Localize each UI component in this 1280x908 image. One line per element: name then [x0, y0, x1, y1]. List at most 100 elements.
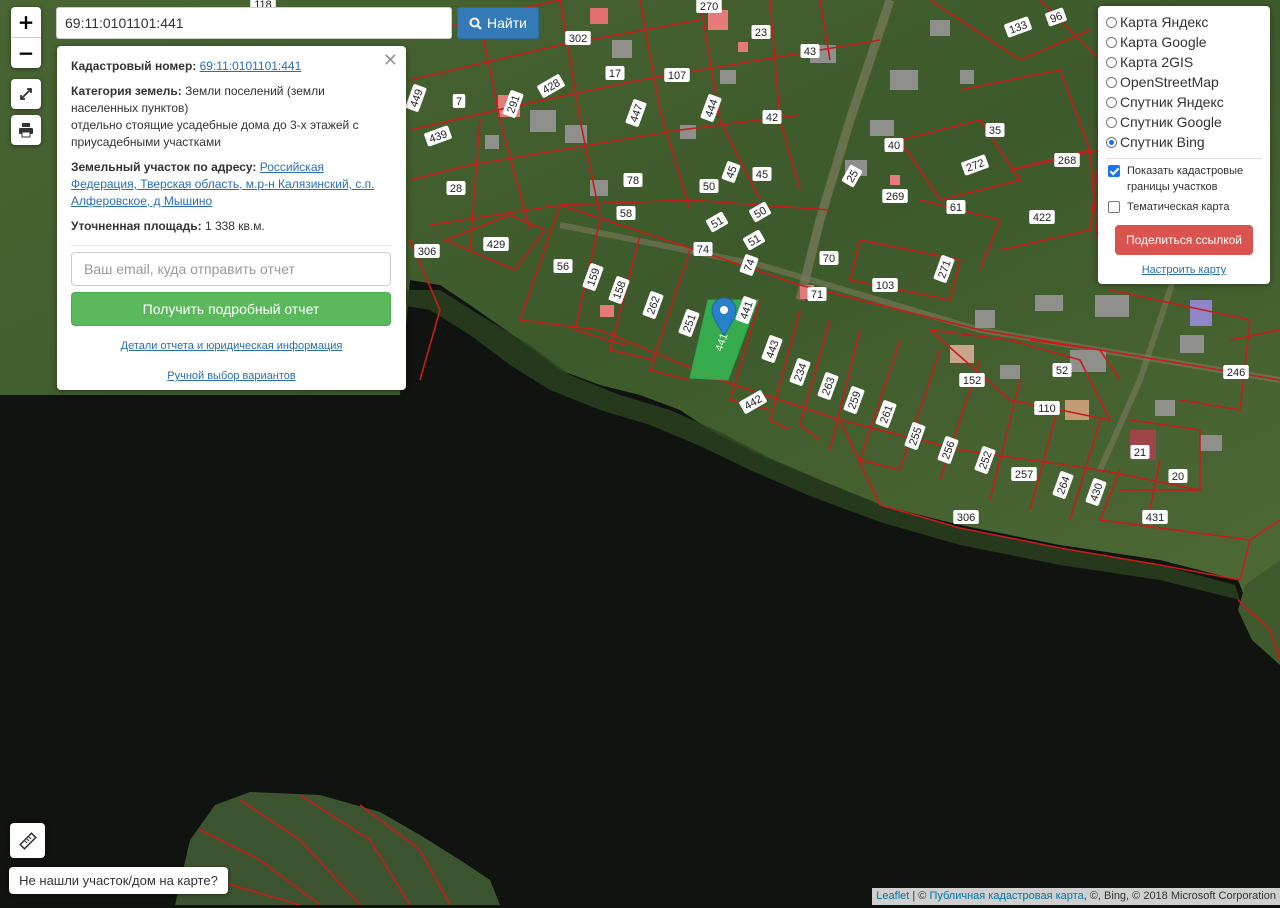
plot-number-label[interactable]: 7: [452, 94, 466, 108]
basemap-radio[interactable]: [1106, 136, 1117, 148]
setup-map-link-wrap: Настроить карту: [1106, 264, 1262, 276]
ruler-icon: [18, 831, 37, 850]
plot-number-text: 23: [755, 27, 767, 39]
plot-number-label[interactable]: 20: [1168, 469, 1188, 483]
manual-select-link[interactable]: Ручной выбор вариантов: [167, 370, 295, 382]
thematic-map-checkbox[interactable]: [1108, 201, 1120, 213]
plot-number-label[interactable]: 431: [1142, 510, 1168, 524]
leaflet-link[interactable]: Leaflet: [876, 890, 909, 902]
plot-number-label[interactable]: 23: [751, 25, 771, 39]
plot-number-label[interactable]: 50: [699, 179, 719, 193]
cadastral-search-input[interactable]: 69:11:0101101:441: [56, 7, 452, 39]
search-button-label: Найти: [487, 15, 527, 31]
show-borders-checkbox[interactable]: [1108, 165, 1120, 177]
thematic-checkbox-row[interactable]: Тематическая карта: [1106, 199, 1262, 215]
plot-number-text: 269: [886, 191, 904, 203]
plot-number-text: 306: [418, 246, 436, 258]
report-details-link[interactable]: Детали отчета и юридическая информация: [121, 340, 343, 352]
plot-number-label[interactable]: 302: [565, 31, 591, 45]
plot-number-label[interactable]: 103: [872, 278, 898, 292]
plot-number-label[interactable]: 152: [959, 373, 985, 387]
plot-number-label[interactable]: 246: [1223, 365, 1249, 379]
fullscreen-button[interactable]: [11, 79, 41, 109]
zoom-out-button[interactable]: −: [11, 38, 41, 68]
basemap-radio[interactable]: [1106, 76, 1117, 88]
plot-number-text: 61: [950, 202, 962, 214]
plot-number-label[interactable]: 306: [953, 510, 979, 524]
basemap-option[interactable]: Спутник Яндекс: [1106, 92, 1262, 112]
basemap-option[interactable]: OpenStreetMap: [1106, 72, 1262, 92]
close-icon[interactable]: ✕: [383, 50, 398, 71]
plot-number-label[interactable]: 58: [616, 206, 636, 220]
basemap-option[interactable]: Карта Яндекс: [1106, 12, 1262, 32]
pkk-link[interactable]: Публичная кадастровая карта: [929, 890, 1083, 902]
basemap-option[interactable]: Спутник Bing: [1106, 132, 1262, 152]
plot-number-text: 302: [569, 33, 587, 45]
plot-number-label[interactable]: 28: [446, 181, 466, 195]
print-button[interactable]: [11, 115, 41, 145]
basemap-option[interactable]: Карта 2GIS: [1106, 52, 1262, 72]
plot-number-label[interactable]: 107: [664, 68, 690, 82]
show-borders-checkbox-row[interactable]: Показать кадастровые границы участков: [1106, 163, 1262, 195]
plot-number-label[interactable]: 268: [1054, 153, 1080, 167]
plot-number-text: 58: [620, 208, 632, 220]
plot-number-text: 422: [1033, 212, 1051, 224]
not-found-button[interactable]: Не нашли участок/дом на карте?: [9, 867, 228, 894]
basemap-radio[interactable]: [1106, 36, 1117, 48]
measure-button[interactable]: [10, 823, 45, 858]
layers-panel: Карта Яндекс Карта Google Карта 2GIS OpenSt…: [1098, 6, 1270, 284]
printer-icon: [19, 123, 33, 138]
basemap-radio[interactable]: [1106, 16, 1117, 28]
plot-number-text: 270: [700, 1, 718, 13]
land-use-value: отдельно стоящие усадебные дома до 3-х э…: [71, 118, 359, 149]
plot-number-label[interactable]: 56: [553, 259, 573, 273]
plot-number-label[interactable]: 61: [946, 200, 966, 214]
cadastral-number-row: Кадастровый номер: 69:11:0101101:441: [71, 58, 392, 75]
plot-number-label[interactable]: 17: [605, 66, 625, 80]
plot-number-label[interactable]: 306: [414, 244, 440, 258]
show-borders-label: Показать кадастровые границы участков: [1127, 165, 1244, 193]
basemap-option[interactable]: Карта Google: [1106, 32, 1262, 52]
thematic-map-label: Тематическая карта: [1127, 201, 1230, 213]
cadastral-number-label: Кадастровый номер:: [71, 59, 197, 73]
setup-map-link[interactable]: Настроить карту: [1142, 264, 1227, 276]
plot-number-label[interactable]: 71: [807, 287, 827, 301]
plot-number-text: 21: [1134, 447, 1146, 459]
plot-number-label[interactable]: 429: [483, 237, 509, 251]
plot-number-label[interactable]: 78: [623, 173, 643, 187]
plot-number-label[interactable]: 35: [985, 123, 1005, 137]
share-link-button[interactable]: Поделиться ссылкой: [1115, 225, 1253, 255]
plot-number-label[interactable]: 70: [819, 251, 839, 265]
report-details-link-wrap: Детали отчета и юридическая информация: [71, 338, 392, 355]
plot-number-label[interactable]: 21: [1130, 445, 1150, 459]
cadastral-number-link[interactable]: 69:11:0101101:441: [200, 59, 302, 73]
basemap-radio[interactable]: [1106, 56, 1117, 68]
land-category-row: Категория земель: Земли поселений (земли…: [71, 83, 392, 151]
plot-number-text: 71: [811, 289, 823, 301]
plot-number-text: 246: [1227, 367, 1245, 379]
plot-number-label[interactable]: 40: [884, 138, 904, 152]
plot-number-label[interactable]: 45: [752, 167, 772, 181]
plot-number-label[interactable]: 52: [1052, 363, 1072, 377]
plot-number-label[interactable]: 270: [696, 0, 722, 13]
plot-number-text: 43: [804, 46, 816, 58]
plot-number-label[interactable]: 257: [1011, 467, 1037, 481]
basemap-option[interactable]: Спутник Google: [1106, 112, 1262, 132]
plot-number-label[interactable]: 74: [693, 242, 713, 256]
get-report-button[interactable]: Получить подробный отчет: [71, 292, 391, 326]
plot-number-text: 306: [957, 512, 975, 524]
divider: [1106, 158, 1262, 159]
zoom-in-button[interactable]: +: [11, 7, 41, 38]
basemap-radio[interactable]: [1106, 116, 1117, 128]
plot-number-label[interactable]: 110: [1034, 401, 1060, 415]
plot-number-label[interactable]: 43: [800, 44, 820, 58]
search-button[interactable]: Найти: [457, 7, 539, 39]
plot-number-label[interactable]: 42: [762, 110, 782, 124]
plot-number-label[interactable]: 269: [882, 189, 908, 203]
plot-number-text: 74: [697, 244, 709, 256]
email-field[interactable]: Ваш email, куда отправить отчет: [71, 252, 391, 286]
plot-number-text: 268: [1058, 155, 1076, 167]
plot-number-label[interactable]: 422: [1029, 210, 1055, 224]
basemap-options: Карта Яндекс Карта Google Карта 2GIS OpenSt…: [1106, 12, 1262, 152]
basemap-radio[interactable]: [1106, 96, 1117, 108]
